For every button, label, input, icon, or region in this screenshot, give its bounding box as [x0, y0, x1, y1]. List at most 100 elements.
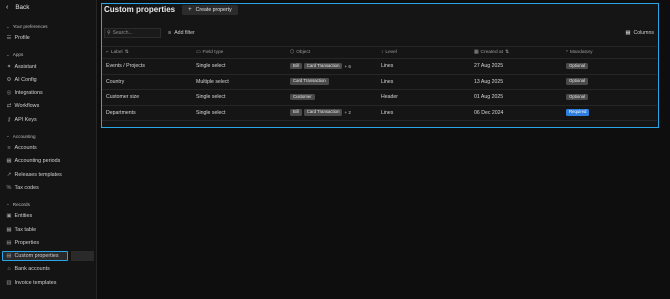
- more-objects-count[interactable]: + 6: [344, 64, 351, 69]
- column-header-mandatory[interactable]: * Mandatory: [566, 46, 657, 59]
- ai-config-icon: ⚙: [6, 76, 12, 83]
- column-header-field-type[interactable]: ▭ Field type: [196, 46, 290, 59]
- calendar-icon: ▦: [6, 158, 12, 165]
- cell-mandatory: Optional: [566, 89, 657, 106]
- cell-level: Lines: [381, 58, 474, 75]
- sidebar-nav: ⌄ Your preferences ☰ Profile ⌄ Apps ✦ Assistant…: [0, 23, 96, 288]
- sort-icon[interactable]: ⇅: [125, 50, 129, 55]
- sidebar-item-profile[interactable]: ☰ Profile: [0, 33, 96, 43]
- table-toolbar: ⚲ Search... ≡ Add filter ▦ Columns: [102, 28, 658, 40]
- settings-sidebar: ‹ Back ⌄ Your preferences ☰ Profile ⌄ Apps ✦ As…: [0, 0, 97, 299]
- sidebar-item-label: Custom properties: [14, 253, 59, 260]
- properties-icon: ▤: [6, 239, 12, 246]
- table-row[interactable]: Country Multiple select Card Transaction Li…: [102, 74, 657, 90]
- column-header-label: Label: [110, 50, 123, 55]
- section-header-0[interactable]: ⌄ Your preferences: [0, 23, 96, 30]
- section-header-1[interactable]: ⌄ Apps: [0, 51, 96, 58]
- sidebar-item-accounting-periods[interactable]: ▦ Accounting periods: [0, 156, 96, 166]
- sidebar-item-bank-accounts[interactable]: ⌂ Bank accounts: [0, 264, 96, 274]
- cell-mandatory: Optional: [566, 58, 657, 75]
- sidebar-item-label: Integrations: [14, 90, 43, 97]
- section-header-label: Accounting: [12, 133, 36, 139]
- cell-mandatory: Optional: [566, 74, 657, 90]
- sidebar-item-label: Workflows: [14, 103, 40, 110]
- add-filter-button[interactable]: ≡ Add filter: [168, 28, 195, 38]
- chevron-down-icon: ⌄: [6, 51, 10, 57]
- user-icon: ☰: [6, 35, 12, 42]
- object-tag: Bill: [290, 62, 302, 70]
- section-header-3[interactable]: ⌄ Records: [0, 201, 96, 208]
- custom-properties-panel: Custom properties + Create property ⚲ Se…: [101, 3, 659, 128]
- columns-icon: ▦: [625, 30, 631, 36]
- back-button[interactable]: ‹ Back: [0, 2, 96, 12]
- columns-button[interactable]: ▦ Columns: [625, 28, 654, 38]
- asterisk-icon: *: [566, 50, 568, 55]
- sidebar-item-api-keys[interactable]: ⚷ API Keys: [0, 115, 96, 125]
- column-header-object[interactable]: ⬡ Object: [290, 46, 381, 59]
- calendar-icon: ▦: [474, 50, 479, 55]
- sidebar-item-workflows[interactable]: ⇄ Workflows: [0, 101, 96, 111]
- create-property-button[interactable]: + Create property: [182, 4, 238, 15]
- sidebar-item-label: Tax codes: [14, 184, 39, 191]
- sidebar-item-ai-config[interactable]: ⚙ AI Config: [0, 75, 96, 85]
- table-row[interactable]: Customer size Single select Customer Header…: [102, 89, 657, 106]
- add-filter-label: Add filter: [174, 30, 195, 36]
- sidebar-item-accounts[interactable]: ≡ Accounts: [0, 143, 96, 153]
- section-header-2[interactable]: ⌄ Accounting: [0, 133, 96, 140]
- bank-icon: ⌂: [7, 266, 11, 273]
- sidebar-item-releases-templates[interactable]: ↗ Releases templates: [0, 170, 96, 180]
- cell-created-at: 06 Dec 2024: [474, 105, 566, 121]
- sort-icon[interactable]: ⇅: [505, 50, 509, 55]
- more-objects-count[interactable]: + 2: [344, 110, 351, 115]
- sidebar-item-label: Accounts: [14, 145, 37, 152]
- table-row[interactable]: Departments Single select Bill Card Transac…: [102, 105, 657, 121]
- sidebar-item-tax-table[interactable]: ▦ Tax table: [0, 225, 96, 235]
- sidebar-item-invoice-templates[interactable]: ▥ Invoice templates: [0, 278, 96, 288]
- cell-label: Events / Projects: [102, 58, 196, 75]
- sidebar-item-integrations[interactable]: ◎ Integrations: [0, 88, 96, 98]
- cell-created-at: 13 Aug 2025: [474, 74, 566, 90]
- column-header-label: Mandatory: [569, 50, 593, 55]
- sidebar-item-entities[interactable]: ▣ Entities: [0, 211, 96, 221]
- column-header-label: Field type: [202, 50, 224, 55]
- entities-icon: ▣: [6, 213, 12, 220]
- sidebar-item-label: API Keys: [14, 116, 37, 123]
- column-header-label[interactable]: ⌐ Label ⇅: [102, 46, 196, 59]
- table-row[interactable]: Events / Projects Single select Bill Card T…: [102, 58, 657, 75]
- cell-object: Bill Card Transaction + 6: [290, 58, 381, 75]
- cell-level: Header: [381, 89, 474, 106]
- integrations-icon: ◎: [6, 90, 12, 97]
- filter-icon: ≡: [168, 30, 172, 36]
- cell-field-type: Multiple select: [196, 74, 290, 90]
- column-header-created-at[interactable]: ▦ Created at ⇅: [474, 46, 566, 59]
- chevron-down-icon: ⌄: [6, 23, 10, 29]
- sidebar-item-properties[interactable]: ▤ Properties: [0, 238, 96, 248]
- column-header-label: Level: [385, 50, 397, 55]
- chevron-down-icon: ⌄: [6, 201, 10, 207]
- page-header: Custom properties + Create property: [102, 4, 658, 15]
- mandatory-badge: Optional: [566, 78, 589, 85]
- object-tag: Card Transaction: [303, 109, 343, 116]
- mandatory-badge: Optional: [566, 62, 589, 70]
- sidebar-item-label: Bank accounts: [14, 266, 50, 273]
- chevron-left-icon: ‹: [6, 3, 9, 11]
- columns-label: Columns: [633, 30, 654, 36]
- sidebar-item-label: Accounting periods: [14, 158, 61, 165]
- cell-object: Card Transaction: [290, 74, 381, 90]
- sidebar-item-label: Invoice templates: [14, 279, 57, 286]
- back-label: Back: [15, 3, 30, 11]
- section-header-label: Your preferences: [12, 24, 48, 29]
- plus-icon: +: [188, 6, 192, 13]
- sidebar-item-custom-properties[interactable]: ▤ Custom properties: [2, 251, 94, 262]
- mandatory-badge: Optional: [566, 93, 589, 101]
- column-header-level[interactable]: ↕ Level: [381, 46, 474, 59]
- sidebar-item-label: Releases templates: [14, 171, 62, 178]
- cell-field-type: Single select: [196, 58, 290, 75]
- search-icon: ⚲: [107, 30, 111, 36]
- sidebar-item-tax-codes[interactable]: % Tax codes: [0, 183, 96, 193]
- search-input[interactable]: ⚲ Search...: [104, 28, 161, 38]
- table-icon: ▦: [6, 226, 12, 233]
- properties-table: ⌐ Label ⇅ ▭ Field type ⬡ Object ↕ Level ▦ Created …: [102, 46, 657, 121]
- sidebar-item-assistant[interactable]: ✦ Assistant: [0, 62, 96, 72]
- app-window: ‹ Back ⌄ Your preferences ☰ Profile ⌄ Apps ✦ As…: [0, 0, 670, 299]
